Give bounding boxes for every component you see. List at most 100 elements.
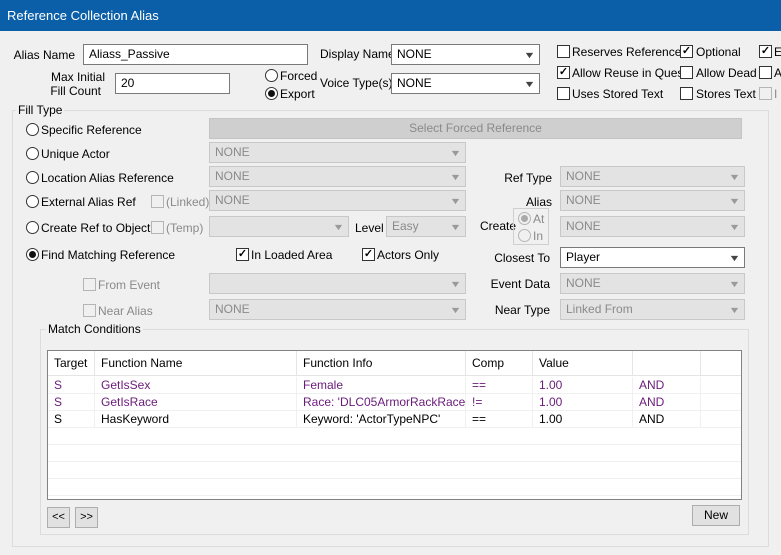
stores-text-label: Stores Text — [696, 87, 756, 101]
create-in-label: In — [533, 229, 544, 243]
empty-row — [48, 428, 741, 445]
optional-checkbox[interactable]: ✓ — [680, 45, 693, 58]
closest-to-select[interactable]: Player ▼ — [560, 247, 745, 268]
actors-only-label: Actors Only — [377, 248, 440, 262]
actors-only-checkbox[interactable]: ✓ — [362, 248, 375, 261]
chevron-down-icon: ▼ — [523, 79, 536, 89]
in-loaded-area-checkbox[interactable]: ✓ — [236, 248, 249, 261]
in-loaded-area-label: In Loaded Area — [251, 248, 333, 262]
stores-text-checkbox[interactable] — [680, 87, 693, 100]
select-forced-reference-button[interactable]: Select Forced Reference — [209, 118, 742, 139]
create-at-label: At — [533, 212, 545, 226]
cell-comp: != — [466, 394, 533, 411]
table-row[interactable]: S HasKeyword Keyword: 'ActorTypeNPC' == … — [48, 411, 741, 428]
chevron-down-icon: ▼ — [449, 196, 462, 206]
create-ref-radio[interactable] — [26, 221, 39, 234]
voice-types-select[interactable]: NONE ▼ — [391, 73, 540, 94]
window-titlebar: Reference Collection Alias — [0, 0, 781, 31]
column-header-value[interactable]: Value — [533, 351, 633, 376]
create-at-radio[interactable] — [518, 212, 531, 225]
near-type-select[interactable]: Linked From ▼ — [560, 299, 745, 320]
ref-type-value: NONE — [566, 169, 601, 183]
cut-label-2: A — [774, 66, 781, 80]
table-row[interactable]: S GetIsSex Female == 1.00 AND — [48, 377, 741, 394]
radio-dot-icon — [521, 215, 528, 222]
max-fill-count-input[interactable]: 20 — [115, 73, 230, 94]
conditions-table[interactable]: Target Function Name Function Info Comp … — [47, 350, 742, 500]
chevron-down-icon: ▼ — [728, 172, 741, 182]
linked-checkbox[interactable] — [151, 195, 164, 208]
cell-comp: == — [466, 411, 533, 428]
external-alias-label: External Alias Ref — [41, 195, 136, 209]
new-condition-button[interactable]: New — [692, 505, 740, 526]
from-event-checkbox[interactable] — [83, 278, 96, 291]
event-data-value: NONE — [566, 276, 601, 290]
external-alias-radio[interactable] — [26, 195, 39, 208]
allow-dead-checkbox[interactable] — [680, 66, 693, 79]
create-ref-label: Create Ref to Object — [41, 221, 151, 235]
allow-reuse-checkbox[interactable]: ✓ — [557, 66, 570, 79]
unique-actor-select[interactable]: NONE ▼ — [209, 142, 466, 163]
level-select[interactable]: Easy ▼ — [386, 216, 466, 237]
closest-to-value: Player — [566, 250, 601, 264]
column-header-logic[interactable] — [633, 351, 701, 376]
reserves-reference-checkbox[interactable] — [557, 45, 570, 58]
match-conditions-title: Match Conditions — [46, 322, 143, 336]
specific-reference-label: Specific Reference — [41, 123, 142, 137]
specific-reference-radio[interactable] — [26, 123, 39, 136]
alias-name-label: Alias Name — [13, 48, 75, 62]
cell-value: 1.00 — [533, 377, 633, 394]
from-event-select[interactable]: ▼ — [209, 273, 466, 294]
cell-logic: AND — [633, 411, 701, 428]
allow-reuse-label: Allow Reuse in Quest — [572, 66, 687, 80]
cell-info: Keyword: 'ActorTypeNPC' — [297, 411, 466, 428]
reserves-reference-label: Reserves Reference — [572, 45, 682, 59]
previous-button[interactable]: << — [47, 507, 70, 528]
export-radio[interactable] — [265, 87, 278, 100]
cut-checkbox-3[interactable] — [759, 87, 772, 100]
radio-dot-icon — [29, 251, 36, 258]
near-alias-select[interactable]: NONE ▼ — [209, 299, 466, 320]
create-in-radio[interactable] — [518, 229, 531, 242]
from-event-label: From Event — [98, 278, 161, 292]
uses-stored-text-label: Uses Stored Text — [572, 87, 664, 101]
cell-value: 1.00 — [533, 394, 633, 411]
empty-row — [48, 479, 741, 496]
cut-checkbox-1[interactable]: ✓ — [759, 45, 772, 58]
forced-label: Forced — [280, 69, 318, 83]
closest-to-label: Closest To — [494, 251, 550, 265]
chevron-down-icon: ▼ — [449, 172, 462, 182]
column-header-target[interactable]: Target — [48, 351, 95, 376]
column-header-extra — [701, 351, 741, 376]
max-fill-label-line2: Fill Count — [50, 84, 101, 98]
column-header-function-name[interactable]: Function Name — [95, 351, 297, 376]
create-select[interactable]: NONE ▼ — [560, 216, 745, 237]
uses-stored-text-checkbox[interactable] — [557, 87, 570, 100]
column-header-function-info[interactable]: Function Info — [297, 351, 466, 376]
display-name-select[interactable]: NONE ▼ — [391, 44, 540, 65]
event-data-select[interactable]: NONE ▼ — [560, 273, 745, 294]
chevron-down-icon: ▼ — [728, 253, 741, 263]
next-button[interactable]: >> — [75, 507, 98, 528]
unique-actor-radio[interactable] — [26, 147, 39, 160]
location-alias-select[interactable]: NONE ▼ — [209, 166, 466, 187]
chevron-down-icon: ▼ — [449, 305, 462, 315]
allow-dead-label: Allow Dead — [696, 66, 757, 80]
alias-select[interactable]: NONE ▼ — [560, 190, 745, 211]
table-row[interactable]: S GetIsRace Race: 'DLC05ArmorRackRace' !… — [48, 394, 741, 411]
alias-value: NONE — [566, 193, 601, 207]
cut-checkbox-2[interactable] — [759, 66, 772, 79]
location-alias-radio[interactable] — [26, 171, 39, 184]
alias-name-input[interactable]: Aliass_Passive — [83, 44, 308, 65]
find-matching-radio[interactable] — [26, 248, 39, 261]
create-ref-select[interactable]: ▼ — [209, 216, 349, 237]
temp-checkbox[interactable] — [151, 221, 164, 234]
ref-type-select[interactable]: NONE ▼ — [560, 166, 745, 187]
external-alias-select[interactable]: NONE ▼ — [209, 190, 466, 211]
fill-type-title: Fill Type — [16, 103, 65, 117]
forced-radio[interactable] — [265, 69, 278, 82]
column-header-comp[interactable]: Comp — [466, 351, 533, 376]
external-alias-value: NONE — [215, 193, 250, 207]
chevron-down-icon: ▼ — [449, 222, 462, 232]
near-alias-checkbox[interactable] — [83, 304, 96, 317]
